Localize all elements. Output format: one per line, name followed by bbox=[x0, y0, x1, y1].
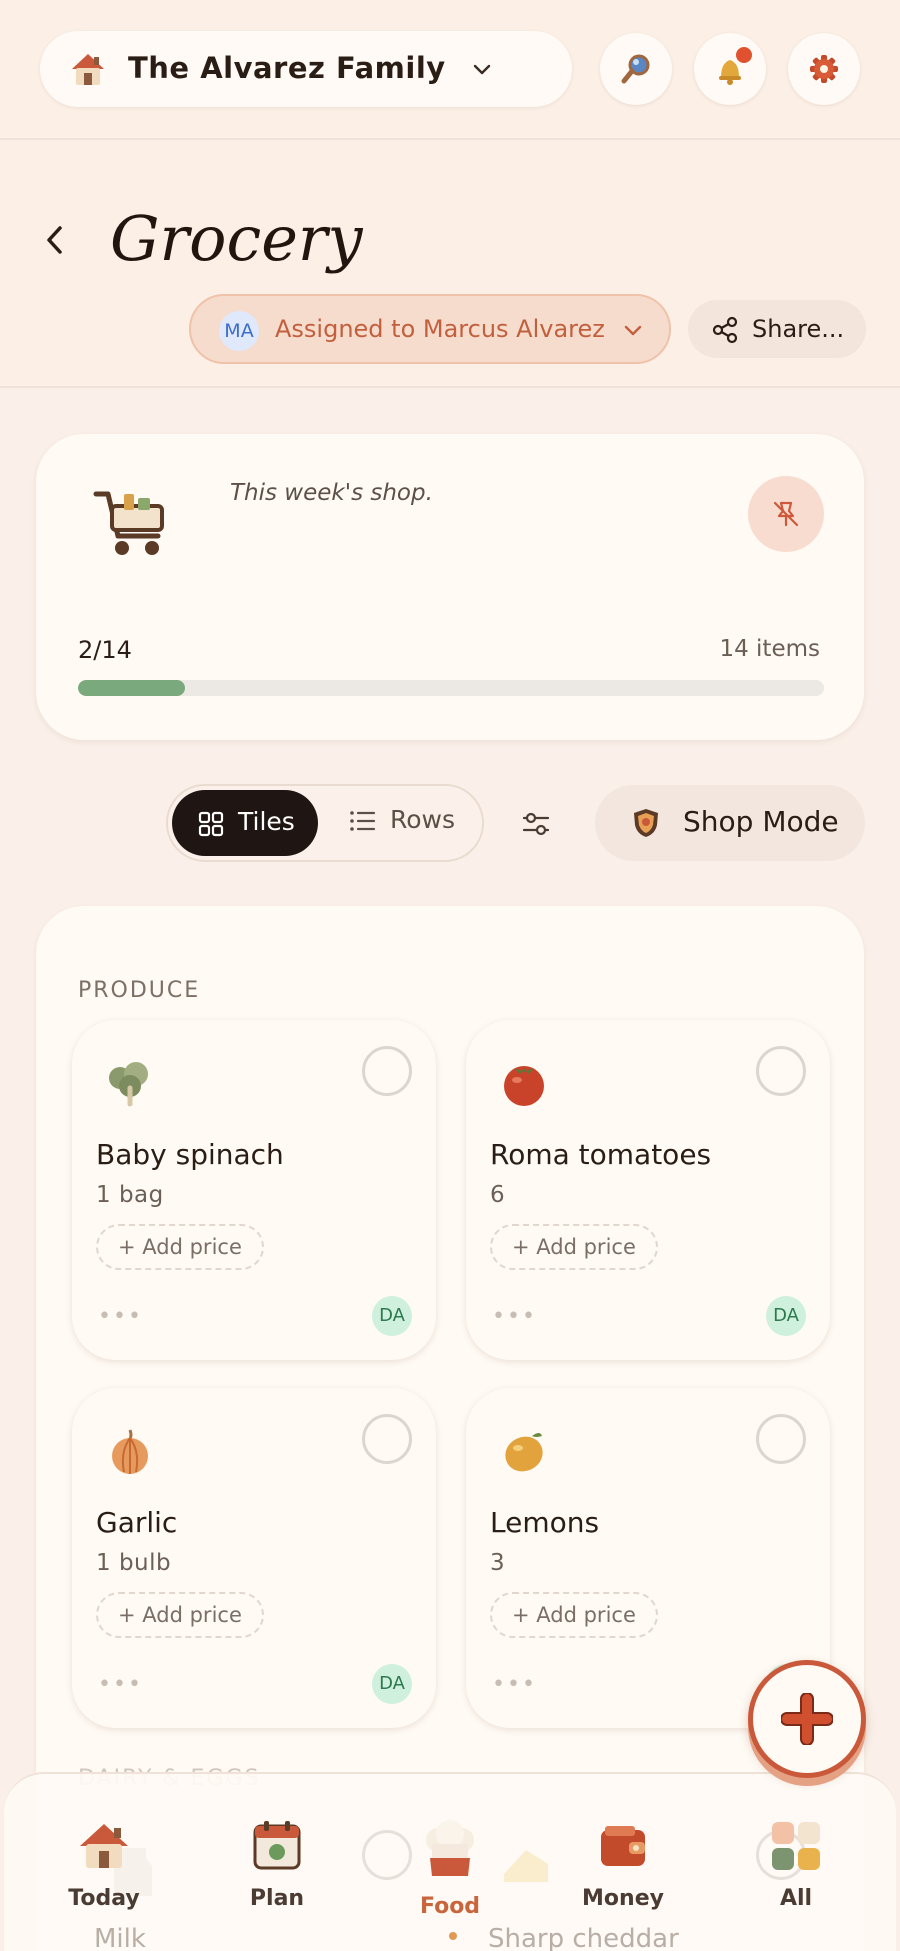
chef-hat-icon bbox=[426, 1820, 474, 1876]
back-icon[interactable] bbox=[40, 220, 70, 260]
nav-today[interactable]: Today bbox=[44, 1818, 164, 1911]
active-indicator bbox=[449, 1932, 457, 1940]
garlic-icon bbox=[112, 1429, 148, 1474]
nav-label: Plan bbox=[249, 1886, 305, 1911]
nav-plan[interactable]: Plan bbox=[217, 1818, 337, 1911]
page-header: Grocery MA Assigned to Marcus Alvarez Sh… bbox=[0, 142, 900, 388]
add-item-button[interactable] bbox=[748, 1660, 866, 1778]
unpin-button[interactable] bbox=[748, 476, 824, 552]
plus-icon bbox=[781, 1693, 833, 1745]
item-quantity: 1 bulb bbox=[96, 1550, 172, 1576]
share-label: Share... bbox=[752, 315, 845, 343]
tomato-icon bbox=[504, 1066, 544, 1106]
item-name: Sharp cheddar bbox=[488, 1924, 679, 1951]
search-button[interactable] bbox=[600, 33, 672, 105]
family-switcher[interactable]: The Alvarez Family bbox=[40, 31, 572, 107]
item-quantity: 6 bbox=[490, 1182, 506, 1208]
assignee-selector[interactable]: MA Assigned to Marcus Alvarez bbox=[189, 294, 671, 364]
add-price-button[interactable]: + Add price bbox=[96, 1224, 264, 1270]
bottom-nav: Milk Sharp cheddar Today Plan Food Money… bbox=[4, 1772, 896, 1951]
item-quantity: 3 bbox=[490, 1550, 506, 1576]
item-name: Roma tomatoes bbox=[490, 1138, 712, 1171]
house-icon bbox=[72, 54, 104, 85]
item-quantity: 1 bag bbox=[96, 1182, 164, 1208]
filter-icon[interactable] bbox=[520, 808, 552, 840]
more-icon[interactable]: ••• bbox=[492, 1306, 537, 1328]
progress-count: 2/14 bbox=[78, 636, 132, 664]
gear-icon bbox=[810, 55, 838, 83]
item-checkbox[interactable] bbox=[362, 1046, 412, 1096]
chevron-down-icon bbox=[473, 64, 491, 75]
nav-all[interactable]: All bbox=[736, 1818, 856, 1911]
assignee-badge: DA bbox=[372, 1296, 412, 1336]
shop-mode-label: Shop Mode bbox=[683, 805, 839, 838]
avatar: MA bbox=[219, 311, 259, 351]
item-tile[interactable]: Baby spinach 1 bag + Add price ••• DA bbox=[72, 1020, 436, 1360]
nav-money[interactable]: Money bbox=[563, 1818, 683, 1911]
list-summary-card: This week's shop. 2/14 14 items bbox=[36, 434, 864, 740]
more-icon[interactable]: ••• bbox=[98, 1674, 143, 1696]
section-header: PRODUCE bbox=[78, 978, 201, 1003]
assignee-badge: DA bbox=[766, 1296, 806, 1336]
page-title: Grocery bbox=[110, 202, 363, 275]
nav-food[interactable]: Food bbox=[390, 1818, 510, 1919]
family-name: The Alvarez Family bbox=[128, 51, 446, 85]
nav-label: Today bbox=[68, 1886, 140, 1911]
grid-icon bbox=[198, 811, 224, 837]
share-icon bbox=[712, 316, 738, 344]
house-icon bbox=[80, 1824, 128, 1868]
search-icon bbox=[621, 54, 650, 84]
item-tile[interactable]: Garlic 1 bulb + Add price ••• DA bbox=[72, 1388, 436, 1728]
item-checkbox[interactable] bbox=[756, 1414, 806, 1464]
progress-bar bbox=[78, 680, 824, 696]
nav-label: Money bbox=[582, 1886, 664, 1911]
list-icon[interactable] bbox=[348, 807, 376, 835]
item-name: Lemons bbox=[490, 1506, 600, 1539]
nav-label: Food bbox=[419, 1894, 481, 1919]
items-count: 14 items bbox=[719, 636, 820, 662]
item-name: Garlic bbox=[96, 1506, 178, 1539]
top-bar: The Alvarez Family bbox=[0, 0, 900, 140]
shopping-cart-icon bbox=[93, 491, 164, 555]
item-name: Baby spinach bbox=[96, 1138, 284, 1171]
rows-view-button[interactable]: Rows bbox=[390, 805, 455, 834]
list-description: This week's shop. bbox=[230, 480, 433, 506]
item-tile[interactable]: Roma tomatoes 6 + Add price ••• DA bbox=[466, 1020, 830, 1360]
progress-bar-fill bbox=[78, 680, 185, 696]
more-icon[interactable]: ••• bbox=[98, 1306, 143, 1328]
tiles-label: Tiles bbox=[238, 807, 295, 836]
assignee-badge: DA bbox=[372, 1664, 412, 1704]
share-button[interactable]: Share... bbox=[688, 300, 866, 358]
settings-button[interactable] bbox=[788, 33, 860, 105]
calendar-icon bbox=[253, 1821, 301, 1870]
wallet-icon bbox=[601, 1826, 645, 1866]
add-price-button[interactable]: + Add price bbox=[490, 1592, 658, 1638]
shield-icon bbox=[634, 809, 658, 837]
spinach-icon bbox=[109, 1062, 148, 1107]
item-checkbox[interactable] bbox=[756, 1046, 806, 1096]
item-name: Milk bbox=[94, 1924, 146, 1951]
notifications-button[interactable] bbox=[694, 33, 766, 105]
add-price-button[interactable]: + Add price bbox=[490, 1224, 658, 1270]
add-price-button[interactable]: + Add price bbox=[96, 1592, 264, 1638]
assigned-label: Assigned to Marcus Alvarez bbox=[275, 315, 605, 343]
pin-off-icon bbox=[773, 501, 799, 527]
item-checkbox[interactable] bbox=[362, 1414, 412, 1464]
grid-icon bbox=[772, 1822, 820, 1870]
view-toggle: Tiles Rows bbox=[166, 784, 484, 862]
shop-mode-button[interactable]: Shop Mode bbox=[595, 785, 865, 861]
lemon-icon bbox=[505, 1433, 543, 1472]
nav-label: All bbox=[779, 1886, 813, 1911]
notification-dot bbox=[736, 47, 752, 63]
more-icon[interactable]: ••• bbox=[492, 1674, 537, 1696]
chevron-down-icon bbox=[624, 325, 642, 336]
tiles-view-button[interactable]: Tiles bbox=[172, 790, 318, 856]
